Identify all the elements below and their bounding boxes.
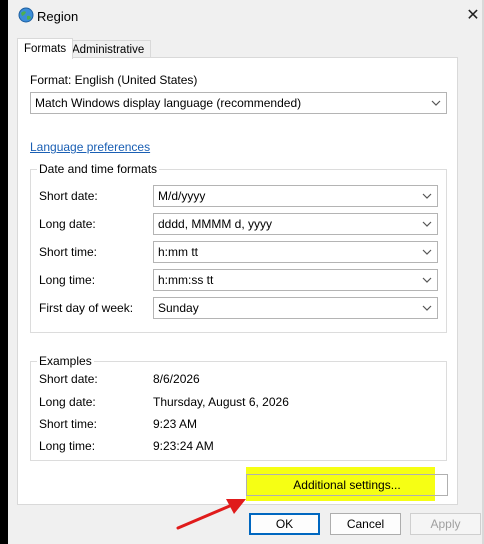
example-long-date-value: Thursday, August 6, 2026 (153, 395, 289, 409)
cancel-button[interactable]: Cancel (330, 513, 401, 535)
ok-button[interactable]: OK (249, 513, 320, 535)
tab-formats[interactable]: Formats (17, 38, 74, 59)
first-day-value: Sunday (158, 301, 199, 315)
example-long-time-label: Long time: (39, 439, 96, 453)
globe-icon (18, 7, 34, 23)
example-long-time-value: 9:23:24 AM (153, 439, 214, 453)
long-time-label: Long time: (39, 273, 96, 287)
example-short-date-label: Short date: (39, 372, 98, 386)
example-short-time-label: Short time: (39, 417, 98, 431)
short-time-label: Short time: (39, 245, 98, 259)
window-title: Region (37, 9, 79, 24)
apply-button[interactable]: Apply (410, 513, 481, 535)
long-date-label: Long date: (39, 217, 96, 231)
chevron-down-icon (422, 221, 432, 227)
short-time-value: h:mm tt (158, 245, 199, 259)
example-long-date-label: Long date: (39, 395, 96, 409)
format-label: Format: English (United States) (30, 73, 198, 87)
short-date-dropdown[interactable]: M/d/yyyy (153, 185, 438, 207)
long-time-dropdown[interactable]: h:mm:ss tt (153, 269, 438, 291)
language-preferences-link[interactable]: Language preferences (30, 140, 150, 154)
long-date-value: dddd, MMMM d, yyyy (158, 217, 273, 231)
red-arrow-annotation (176, 499, 246, 530)
chevron-down-icon (422, 305, 432, 311)
chevron-down-icon (422, 193, 432, 199)
title-bar: Region ✕ (8, 0, 482, 34)
close-button[interactable]: ✕ (462, 6, 484, 28)
chevron-down-icon (422, 277, 432, 283)
long-date-dropdown[interactable]: dddd, MMMM d, yyyy (153, 213, 438, 235)
long-time-value: h:mm:ss tt (158, 273, 214, 287)
first-day-dropdown[interactable]: Sunday (153, 297, 438, 319)
additional-settings-button[interactable]: Additional settings... (246, 474, 448, 496)
format-value: Match Windows display language (recommen… (35, 96, 302, 110)
short-time-dropdown[interactable]: h:mm tt (153, 241, 438, 263)
chevron-down-icon (422, 249, 432, 255)
close-icon: ✕ (466, 7, 480, 24)
short-date-label: Short date: (39, 189, 98, 203)
examples-title: Examples (37, 354, 94, 368)
example-short-date-value: 8/6/2026 (153, 372, 200, 386)
short-date-value: M/d/yyyy (158, 189, 206, 203)
chevron-down-icon (431, 100, 441, 106)
example-short-time-value: 9:23 AM (153, 417, 198, 431)
format-dropdown[interactable]: Match Windows display language (recommen… (30, 92, 447, 114)
group-title: Date and time formats (37, 162, 160, 176)
left-edge (0, 0, 8, 544)
first-day-label: First day of week: (39, 301, 134, 315)
